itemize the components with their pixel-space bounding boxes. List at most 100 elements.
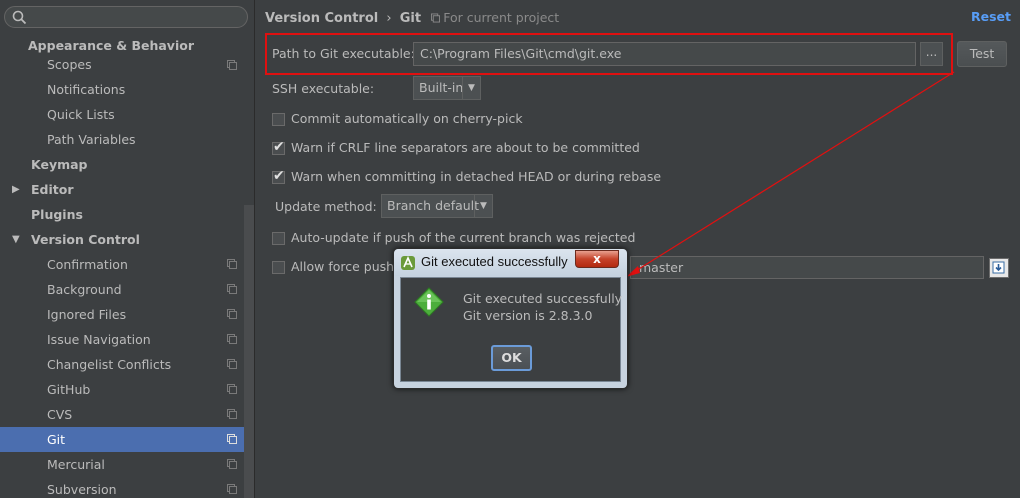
sidebar-item-label: Plugins <box>31 207 83 222</box>
sidebar-item-label: Confirmation <box>47 257 128 272</box>
close-button[interactable]: x <box>575 250 619 268</box>
sidebar-item-label: GitHub <box>47 382 91 397</box>
breadcrumb: Version Control › Git For current projec… <box>265 9 559 27</box>
sidebar-item-label: Version Control <box>31 232 140 247</box>
project-copy-icon <box>227 384 237 394</box>
reset-link[interactable]: Reset <box>971 9 1011 24</box>
sidebar-item-label: Background <box>47 282 122 297</box>
test-button[interactable]: Test <box>957 41 1007 67</box>
breadcrumb-git: Git <box>399 11 422 26</box>
update-method-combo[interactable]: Branch default ▼ <box>381 194 493 218</box>
breadcrumb-separator: › <box>386 11 392 26</box>
sidebar-item-appearance-behavior[interactable]: Appearance & Behavior <box>0 34 254 58</box>
project-copy-icon <box>227 334 237 344</box>
commit-cherry-pick-checkbox[interactable] <box>272 113 285 126</box>
dropdown-arrow-icon: ▼ <box>462 77 480 99</box>
sidebar-item-label: Quick Lists <box>47 107 115 122</box>
sidebar-item-background[interactable]: Background <box>0 277 254 302</box>
sidebar-item-quick-lists[interactable]: Quick Lists <box>0 102 254 127</box>
path-to-git-label: Path to Git executable: <box>272 46 415 61</box>
project-copy-icon <box>227 309 237 319</box>
sidebar-scrollbar[interactable] <box>244 205 254 498</box>
allow-force-push-checkbox[interactable] <box>272 261 285 274</box>
sidebar-item-subversion[interactable]: Subversion <box>0 477 254 498</box>
edit-branches-button[interactable] <box>989 258 1009 278</box>
allow-force-push-label: Allow force push <box>291 259 395 274</box>
sidebar-item-confirmation[interactable]: Confirmation <box>0 252 254 277</box>
dialog-message-line2: Git version is 2.8.3.0 <box>463 308 593 323</box>
sidebar-item-mercurial[interactable]: Mercurial <box>0 452 254 477</box>
git-executable-path-input[interactable]: C:\Program Files\Git\cmd\git.exe <box>413 42 916 66</box>
warn-crlf-label: Warn if CRLF line separators are about t… <box>291 140 640 155</box>
search-icon <box>12 10 27 25</box>
project-copy-icon <box>227 60 237 70</box>
sidebar-item-path-variables[interactable]: Path Variables <box>0 127 254 152</box>
sidebar-item-label: Changelist Conflicts <box>47 357 172 372</box>
sidebar-item-scopes[interactable]: Scopes <box>0 58 254 77</box>
search-input[interactable] <box>4 6 248 28</box>
sidebar-item-cvs[interactable]: CVS <box>0 402 254 427</box>
auto-update-label: Auto-update if push of the current branc… <box>291 230 636 245</box>
sidebar-item-label: Ignored Files <box>47 307 127 322</box>
sidebar-item-github[interactable]: GitHub <box>0 377 254 402</box>
git-settings-panel: Version Control › Git For current projec… <box>256 0 1020 498</box>
expand-arrow-icon[interactable]: ▶ <box>12 177 20 202</box>
sidebar-item-label: Issue Navigation <box>47 332 151 347</box>
browse-button[interactable]: ... <box>920 42 943 66</box>
ssh-executable-value: Built-in <box>419 80 464 95</box>
git-success-dialog: Git executed successfully x Git executed… <box>393 248 628 389</box>
settings-tree: Appearance & Behavior Scopes Notificatio… <box>0 34 254 498</box>
sidebar-item-label: Scopes <box>47 57 92 72</box>
project-copy-icon <box>227 434 237 444</box>
sidebar-item-plugins[interactable]: Plugins <box>0 202 254 227</box>
sidebar-item-version-control[interactable]: ▼ Version Control <box>0 227 254 252</box>
project-copy-icon <box>227 259 237 269</box>
project-scope-label: For current project <box>431 10 559 25</box>
sidebar-item-label: CVS <box>47 407 73 422</box>
sidebar-item-issue-navigation[interactable]: Issue Navigation <box>0 327 254 352</box>
settings-sidebar: Appearance & Behavior Scopes Notificatio… <box>0 0 255 498</box>
edit-list-icon <box>992 261 1005 274</box>
sidebar-item-label: Path Variables <box>47 132 136 147</box>
warn-detached-head-checkbox[interactable]: ✔ <box>272 168 285 184</box>
collapse-arrow-icon[interactable]: ▼ <box>12 227 20 252</box>
project-copy-icon <box>227 459 237 469</box>
sidebar-item-changelist-conflicts[interactable]: Changelist Conflicts <box>0 352 254 377</box>
commit-cherry-pick-label: Commit automatically on cherry-pick <box>291 111 523 126</box>
sidebar-item-notifications[interactable]: Notifications <box>0 77 254 102</box>
warn-detached-head-label: Warn when committing in detached HEAD or… <box>291 169 662 184</box>
sidebar-item-label: Appearance & Behavior <box>28 38 194 53</box>
project-copy-icon <box>431 13 441 23</box>
sidebar-item-label: Subversion <box>47 482 117 497</box>
sidebar-item-label: Editor <box>31 182 74 197</box>
dialog-message-line1: Git executed successfully <box>463 291 623 306</box>
warn-crlf-checkbox[interactable]: ✔ <box>272 139 285 155</box>
ok-button[interactable]: OK <box>491 345 532 371</box>
dropdown-arrow-icon: ▼ <box>474 195 492 217</box>
info-icon <box>414 287 444 317</box>
breadcrumb-version-control: Version Control <box>265 11 379 26</box>
sidebar-item-label: Notifications <box>47 82 126 97</box>
project-copy-icon <box>227 409 237 419</box>
auto-update-checkbox[interactable] <box>272 232 285 245</box>
sidebar-item-editor[interactable]: ▶ Editor <box>0 177 254 202</box>
sidebar-item-keymap[interactable]: Keymap <box>0 152 254 177</box>
project-copy-icon <box>227 284 237 294</box>
sidebar-item-ignored-files[interactable]: Ignored Files <box>0 302 254 327</box>
dialog-title: Git executed successfully <box>421 254 568 269</box>
sidebar-item-label: Keymap <box>31 157 88 172</box>
update-method-value: Branch default <box>387 198 480 213</box>
sidebar-item-label: Mercurial <box>47 457 105 472</box>
dialog-titlebar[interactable]: Git executed successfully x <box>394 249 627 276</box>
checkmark-icon: ✔ <box>273 168 285 184</box>
protected-branches-input[interactable]: master <box>630 256 984 279</box>
dialog-body: Git executed successfully Git version is… <box>400 277 623 382</box>
checkmark-icon: ✔ <box>273 139 285 155</box>
sidebar-item-git[interactable]: Git <box>0 427 254 452</box>
android-studio-icon <box>401 256 415 270</box>
update-method-label: Update method: <box>275 199 377 214</box>
project-scope-text: For current project <box>443 10 560 25</box>
project-copy-icon <box>227 359 237 369</box>
ssh-executable-label: SSH executable: <box>272 81 375 96</box>
ssh-executable-combo[interactable]: Built-in ▼ <box>413 76 481 100</box>
